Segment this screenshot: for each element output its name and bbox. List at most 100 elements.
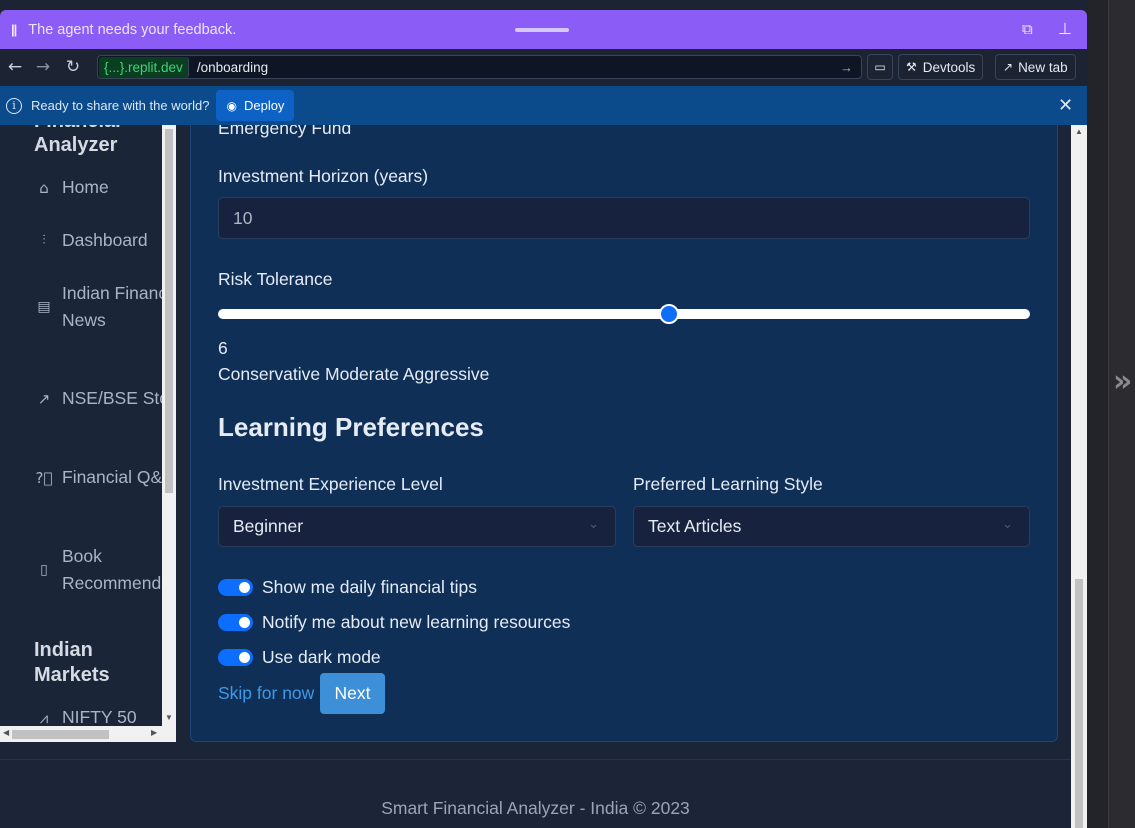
devtools-button[interactable]: ⚒ Devtools — [898, 54, 984, 80]
experience-select[interactable]: Beginner ⌄ — [218, 506, 616, 547]
learning-style-value: Text Articles — [648, 516, 742, 536]
scroll-up-arrow-icon[interactable]: ▲ — [1075, 127, 1083, 136]
risk-scale-labels: Conservative Moderate Aggressive — [218, 364, 490, 384]
scrollbar-thumb[interactable] — [12, 730, 109, 739]
close-icon[interactable]: ✕ — [1058, 95, 1073, 116]
brand-title: Analyzer — [34, 134, 118, 156]
sidebar-item-label-line1: Indian Financ — [62, 283, 162, 303]
deploy-banner-text: Ready to share with the world? — [31, 98, 210, 113]
toggle-label: Show me daily financial tips — [262, 577, 477, 597]
toggle-label: Notify me about new learning resources — [262, 612, 571, 632]
address-bar: ← → ↻ {...}.replit.dev /onboarding → ▭ ⚒… — [0, 49, 1087, 85]
sidebar-item-stocks[interactable]: ↗ NSE/BSE Sto — [33, 385, 162, 412]
back-arrow-icon[interactable]: ← — [0, 57, 30, 77]
panel-gutter — [1088, 0, 1108, 828]
sidebar-item-news[interactable]: ▤ Indian Financ News — [33, 280, 162, 334]
next-button[interactable]: Next — [320, 673, 385, 714]
wrench-icon: ⚒ — [906, 60, 917, 74]
deploy-banner: i Ready to share with the world? ◉ Deplo… — [0, 86, 1087, 125]
sidebar-item-books[interactable]: ▯ Book Recommenda — [33, 543, 162, 597]
skip-link[interactable]: Skip for now — [218, 683, 314, 704]
sidebar-item-label: Home — [62, 177, 109, 197]
new-tab-label: New tab — [1018, 59, 1068, 75]
info-icon: i — [6, 97, 22, 114]
page-vertical-scrollbar[interactable]: ▲ — [1071, 125, 1087, 828]
deploy-button[interactable]: ◉ Deploy — [216, 90, 295, 121]
toggle-switch[interactable] — [218, 649, 253, 666]
chevron-down-icon: ⌄ — [1002, 517, 1013, 532]
sidebar-item-label: Indian Financ News — [62, 280, 162, 334]
collapsed-panel-rail[interactable] — [1108, 0, 1135, 828]
monitor-icon: ▭ — [874, 60, 886, 74]
section-heading-line2: Markets — [34, 664, 110, 686]
scrollbar-thumb[interactable] — [165, 129, 173, 493]
expand-chevrons-icon[interactable]: » — [1113, 364, 1132, 399]
device-preview-button[interactable]: ▭ — [867, 54, 893, 80]
go-arrow-icon[interactable]: → — [840, 60, 853, 75]
activity-icon: ⩘ — [39, 708, 49, 727]
sidebar-item-dashboard[interactable]: ⫶ Dashboard — [33, 227, 148, 254]
emergency-fund-label: Emergency Fund — [218, 125, 352, 138]
forward-arrow-icon[interactable]: → — [28, 57, 58, 77]
page-viewport: Financial Analyzer ⌂ Home ⫶ Dashboard ▤ … — [0, 125, 1071, 828]
agent-message: The agent needs your feedback. — [28, 21, 237, 38]
sidebar-horizontal-scrollbar[interactable]: ◀ ▶ — [0, 726, 162, 742]
toggle-new-resources[interactable]: Notify me about new learning resources — [218, 612, 570, 633]
sidebar-vertical-scrollbar[interactable]: ▼ — [162, 125, 176, 742]
learning-style-select[interactable]: Text Articles ⌄ — [633, 506, 1030, 547]
sidebar-item-home[interactable]: ⌂ Home — [33, 174, 109, 201]
help-circle-icon: ?⃝ — [35, 468, 53, 487]
sidebar-item-label-line2: News — [62, 310, 106, 330]
external-link-icon: ↗ — [1003, 60, 1014, 74]
trending-up-icon: ↗ — [37, 389, 51, 408]
open-external-icon[interactable]: ⧉ — [1022, 21, 1033, 38]
new-tab-button[interactable]: ↗ New tab — [995, 54, 1076, 80]
url-field[interactable]: {...}.replit.dev /onboarding → — [97, 55, 862, 79]
risk-slider-track[interactable] — [218, 309, 1030, 319]
bar-chart-icon: ⫶ — [42, 233, 46, 248]
learning-style-label: Preferred Learning Style — [633, 474, 823, 494]
sidebar-item-label: Dashboard — [62, 230, 148, 250]
scroll-down-arrow-icon[interactable]: ▼ — [165, 713, 173, 722]
pin-icon[interactable]: ⊥ — [1058, 19, 1072, 39]
reload-icon[interactable]: ↻ — [58, 57, 88, 77]
section-title: Learning Preferences — [218, 412, 484, 442]
domain-chip: {...}.replit.dev — [99, 56, 189, 78]
sidebar-item-label: Financial Q& — [62, 467, 162, 487]
sidebar-item-qa[interactable]: ?⃝ Financial Q& — [33, 464, 162, 491]
sidebar-item-label: NIFTY 50 — [62, 707, 137, 727]
pause-icon[interactable]: || — [11, 22, 17, 37]
horizon-value: 10 — [233, 207, 253, 228]
scrollbar-thumb[interactable] — [1075, 579, 1083, 828]
toggle-switch[interactable] — [218, 579, 253, 596]
toggle-dark-mode[interactable]: Use dark mode — [218, 647, 381, 668]
page-footer: Smart Financial Analyzer - India © 2023 — [0, 759, 1071, 828]
sidebar-item-label: NSE/BSE Sto — [62, 388, 162, 408]
document-icon: ▤ — [37, 299, 51, 315]
scroll-left-arrow-icon[interactable]: ◀ — [3, 728, 9, 737]
deploy-label: Deploy — [243, 98, 285, 113]
experience-label: Investment Experience Level — [218, 474, 443, 494]
toggle-switch[interactable] — [218, 614, 253, 631]
footer-text: Smart Financial Analyzer - India © 2023 — [381, 798, 690, 818]
toggle-label: Use dark mode — [262, 647, 381, 667]
risk-value: 6 — [218, 338, 228, 358]
experience-value: Beginner — [233, 516, 304, 536]
book-icon: ▯ — [40, 562, 48, 578]
home-icon: ⌂ — [39, 178, 49, 197]
sidebar: Financial Analyzer ⌂ Home ⫶ Dashboard ▤ … — [0, 125, 162, 728]
risk-slider-thumb[interactable] — [658, 304, 679, 324]
section-heading-line1: Indian — [34, 639, 93, 661]
chevron-down-icon: ⌄ — [588, 517, 599, 532]
risk-label: Risk Tolerance — [218, 269, 333, 289]
sidebar-item-nifty[interactable]: ⩘ NIFTY 50 — [33, 704, 137, 728]
devtools-label: Devtools — [922, 59, 976, 75]
scroll-right-arrow-icon[interactable]: ▶ — [151, 728, 157, 737]
sidebar-item-label-line1: Book — [62, 546, 102, 566]
toggle-daily-tips[interactable]: Show me daily financial tips — [218, 577, 477, 598]
deploy-icon: ◉ — [226, 98, 237, 113]
drag-handle[interactable] — [515, 28, 569, 32]
agent-feedback-bar: || The agent needs your feedback. ⧉ ⊥ — [0, 10, 1087, 49]
horizon-input[interactable]: 10 — [218, 197, 1030, 239]
horizon-label: Investment Horizon (years) — [218, 166, 429, 186]
